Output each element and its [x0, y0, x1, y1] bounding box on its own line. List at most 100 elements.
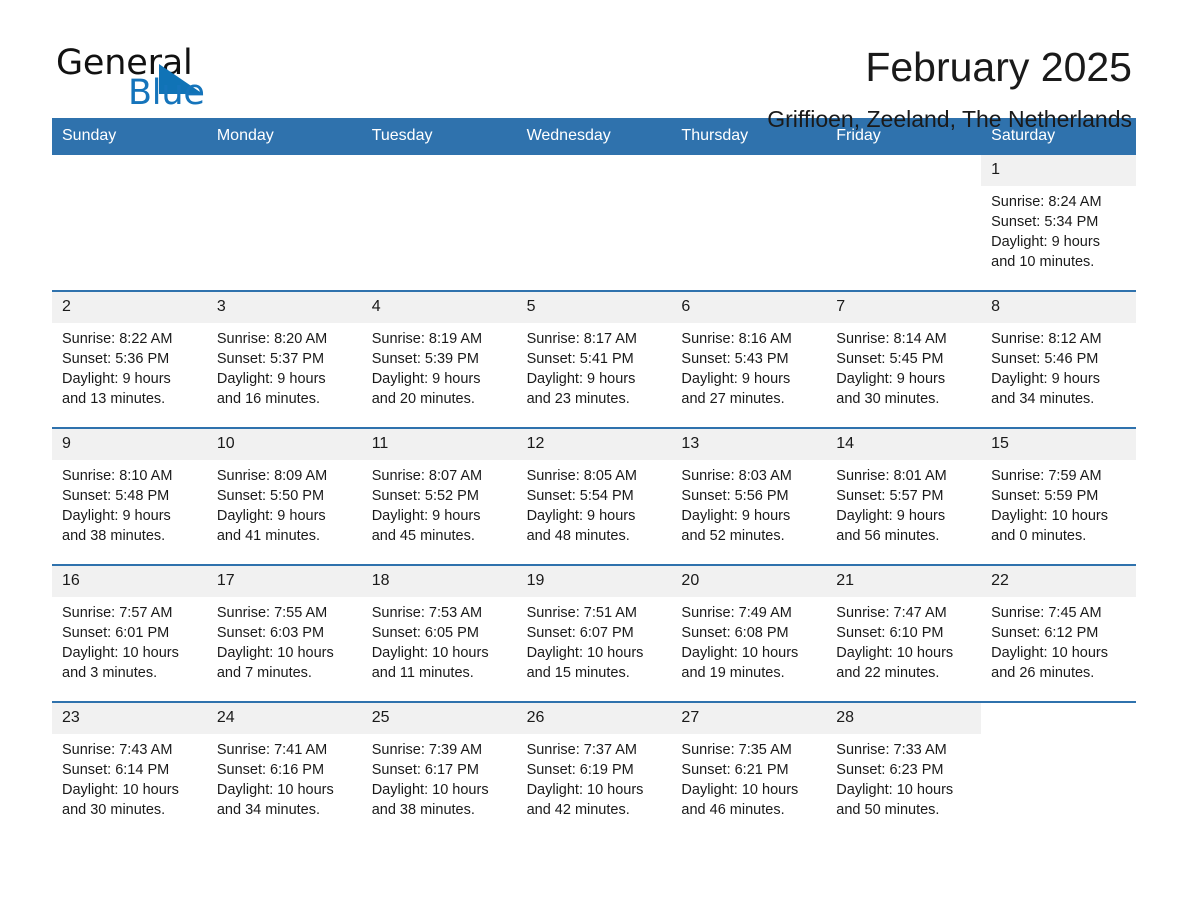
weekday-header-sunday: Sunday: [62, 127, 117, 144]
daylight-text-line1: Daylight: 9 hours: [526, 508, 636, 524]
day-sun-info: Sunrise: 7:43 AM Sunset: 6:14 PM Daylight:…: [52, 734, 207, 824]
calendar-day-cell[interactable]: 9 Sunrise: 8:10 AM Sunset: 5:48 PM Daylight…: [52, 429, 207, 564]
calendar-day-cell[interactable]: 19 Sunrise: 7:51 AM Sunset: 6:07 PM Dayligh…: [516, 566, 672, 701]
daylight-text-line1: Daylight: 9 hours: [991, 371, 1100, 387]
daylight-text-line1: Daylight: 10 hours: [836, 645, 954, 661]
day-number: 11: [361, 429, 517, 460]
day-number: [362, 155, 517, 186]
calendar-page: General Blue February 2025 Griffioen, Ze…: [0, 0, 1188, 918]
daylight-text-line2: and 46 minutes.: [681, 802, 785, 818]
daylight-text-line1: Daylight: 10 hours: [216, 645, 334, 661]
day-sun-info: Sunrise: 8:12 AM Sunset: 5:46 PM Daylight:…: [981, 323, 1136, 413]
daylight-text-line1: Daylight: 10 hours: [681, 782, 799, 798]
day-sun-info: Sunrise: 8:09 AM Sunset: 5:50 PM Daylight:…: [207, 460, 362, 550]
calendar-day-cell[interactable]: 1 Sunrise: 8:24 AM Sunset: 5:34 PM Daylight…: [981, 155, 1136, 290]
daylight-text-line1: Daylight: 10 hours: [526, 645, 644, 661]
daylight-text-line2: and 45 minutes.: [371, 528, 475, 544]
calendar-day-cell[interactable]: 5 Sunrise: 8:17 AM Sunset: 5:41 PM Daylight…: [516, 292, 672, 427]
day-sun-info: Sunrise: 8:20 AM Sunset: 5:37 PM Daylight:…: [207, 323, 362, 413]
calendar-week-row: 1 Sunrise: 8:24 AM Sunset: 5:34 PM Daylight…: [52, 155, 1136, 290]
calendar-day-cell[interactable]: 22 Sunrise: 7:45 AM Sunset: 6:12 PM Dayligh…: [981, 566, 1136, 701]
calendar-day-cell[interactable]: 12 Sunrise: 8:05 AM Sunset: 5:54 PM Dayligh…: [516, 429, 672, 564]
calendar-day-cell-empty: [207, 155, 362, 290]
day-number: 25: [361, 703, 517, 734]
calendar-day-cell[interactable]: 10 Sunrise: 8:09 AM Sunset: 5:50 PM Dayligh…: [206, 429, 362, 564]
daylight-text-line2: and 16 minutes.: [216, 391, 321, 407]
day-number: 6: [671, 292, 827, 323]
calendar-day-cell[interactable]: 25 Sunrise: 7:39 AM Sunset: 6:17 PM Dayligh…: [361, 703, 517, 838]
calendar-day-cell[interactable]: 7 Sunrise: 8:14 AM Sunset: 5:45 PM Daylight…: [826, 292, 982, 427]
calendar-day-cell[interactable]: 23 Sunrise: 7:43 AM Sunset: 6:14 PM Dayligh…: [52, 703, 207, 838]
calendar-day-cell[interactable]: 28 Sunrise: 7:33 AM Sunset: 6:23 PM Dayligh…: [826, 703, 982, 838]
sunset-text: Sunset: 5:46 PM: [991, 351, 1099, 367]
calendar-day-cell[interactable]: 21 Sunrise: 7:47 AM Sunset: 6:10 PM Dayligh…: [826, 566, 982, 701]
sunrise-text: Sunrise: 8:03 AM: [681, 468, 792, 484]
weekday-header-monday: Monday: [216, 127, 274, 144]
calendar-day-cell-empty: [362, 155, 517, 290]
sunrise-text: Sunrise: 8:09 AM: [216, 468, 328, 484]
sunrise-text: Sunrise: 8:07 AM: [371, 468, 483, 484]
calendar-day-cell[interactable]: 17 Sunrise: 7:55 AM Sunset: 6:03 PM Dayligh…: [206, 566, 362, 701]
day-number: 3: [206, 292, 362, 323]
daylight-text-line2: and 19 minutes.: [681, 665, 785, 681]
day-number: 13: [671, 429, 827, 460]
sunrise-text: Sunrise: 8:19 AM: [371, 331, 483, 347]
day-number: 1: [981, 155, 1136, 186]
day-number: 23: [52, 703, 207, 734]
calendar-day-cell[interactable]: 24 Sunrise: 7:41 AM Sunset: 6:16 PM Dayligh…: [206, 703, 362, 838]
calendar-day-cell-empty: [671, 155, 826, 290]
general-blue-logo[interactable]: General Blue: [56, 44, 256, 118]
calendar-day-cell[interactable]: 14 Sunrise: 8:01 AM Sunset: 5:57 PM Dayligh…: [826, 429, 982, 564]
calendar-day-cell[interactable]: 13 Sunrise: 8:03 AM Sunset: 5:56 PM Dayligh…: [671, 429, 827, 564]
sunset-text: Sunset: 5:56 PM: [681, 488, 789, 504]
day-number: 10: [206, 429, 362, 460]
sunrise-text: Sunrise: 8:12 AM: [991, 331, 1102, 347]
daylight-text-line1: Daylight: 10 hours: [371, 645, 489, 661]
day-sun-info: Sunrise: 7:37 AM Sunset: 6:19 PM Daylight:…: [517, 734, 672, 824]
sunrise-text: Sunrise: 8:01 AM: [836, 468, 947, 484]
calendar-day-cell[interactable]: 3 Sunrise: 8:20 AM Sunset: 5:37 PM Daylight…: [206, 292, 362, 427]
daylight-text-line2: and 7 minutes.: [216, 665, 312, 681]
calendar-day-cell[interactable]: 15 Sunrise: 7:59 AM Sunset: 5:59 PM Dayligh…: [981, 429, 1136, 564]
day-sun-info: Sunrise: 7:51 AM Sunset: 6:07 PM Daylight:…: [517, 597, 672, 687]
sunrise-text: Sunrise: 8:14 AM: [836, 331, 947, 347]
day-number: 28: [826, 703, 982, 734]
calendar-day-cell[interactable]: 11 Sunrise: 8:07 AM Sunset: 5:52 PM Dayligh…: [361, 429, 517, 564]
day-sun-info: Sunrise: 7:49 AM Sunset: 6:08 PM Daylight:…: [671, 597, 826, 687]
sunset-text: Sunset: 5:37 PM: [216, 351, 325, 367]
weekday-header-thursday: Thursday: [681, 127, 749, 144]
calendar-day-cell[interactable]: 26 Sunrise: 7:37 AM Sunset: 6:19 PM Dayligh…: [516, 703, 672, 838]
day-number: 7: [826, 292, 982, 323]
day-number: [981, 703, 1136, 734]
daylight-text-line2: and 3 minutes.: [62, 665, 158, 681]
sunrise-text: Sunrise: 7:45 AM: [991, 605, 1102, 621]
daylight-text-line2: and 10 minutes.: [991, 254, 1095, 270]
logo-text-blue: Blue: [128, 73, 205, 113]
calendar-day-cell[interactable]: 4 Sunrise: 8:19 AM Sunset: 5:39 PM Daylight…: [361, 292, 517, 427]
calendar-day-cell[interactable]: 27 Sunrise: 7:35 AM Sunset: 6:21 PM Dayligh…: [671, 703, 827, 838]
sunrise-text: Sunrise: 7:47 AM: [836, 605, 947, 621]
sunset-text: Sunset: 6:19 PM: [526, 762, 634, 778]
day-sun-info: Sunrise: 7:47 AM Sunset: 6:10 PM Daylight:…: [826, 597, 981, 687]
calendar-day-cell-empty: [52, 155, 207, 290]
calendar-day-cell[interactable]: 20 Sunrise: 7:49 AM Sunset: 6:08 PM Dayligh…: [671, 566, 827, 701]
day-sun-info: Sunrise: 8:14 AM Sunset: 5:45 PM Daylight:…: [826, 323, 981, 413]
daylight-text-line1: Daylight: 9 hours: [62, 371, 171, 387]
day-sun-info: Sunrise: 7:45 AM Sunset: 6:12 PM Daylight:…: [981, 597, 1136, 687]
sunrise-text: Sunrise: 8:22 AM: [62, 331, 173, 347]
day-sun-info: Sunrise: 7:53 AM Sunset: 6:05 PM Daylight:…: [362, 597, 517, 687]
daylight-text-line2: and 50 minutes.: [836, 802, 940, 818]
calendar-day-cell[interactable]: 16 Sunrise: 7:57 AM Sunset: 6:01 PM Dayligh…: [52, 566, 207, 701]
sunset-text: Sunset: 6:23 PM: [836, 762, 944, 778]
calendar-day-cell[interactable]: 6 Sunrise: 8:16 AM Sunset: 5:43 PM Daylight…: [671, 292, 827, 427]
daylight-text-line1: Daylight: 10 hours: [836, 782, 954, 798]
calendar-day-cell[interactable]: 2 Sunrise: 8:22 AM Sunset: 5:36 PM Daylight…: [52, 292, 207, 427]
calendar-day-cell[interactable]: 18 Sunrise: 7:53 AM Sunset: 6:05 PM Dayligh…: [361, 566, 517, 701]
day-sun-info: Sunrise: 7:41 AM Sunset: 6:16 PM Daylight:…: [207, 734, 362, 824]
calendar-day-cell[interactable]: 8 Sunrise: 8:12 AM Sunset: 5:46 PM Daylight…: [981, 292, 1136, 427]
day-number: 5: [516, 292, 672, 323]
daylight-text-line1: Daylight: 10 hours: [371, 782, 489, 798]
day-number: 18: [361, 566, 517, 597]
daylight-text-line1: Daylight: 9 hours: [681, 508, 791, 524]
sunset-text: Sunset: 5:39 PM: [371, 351, 479, 367]
